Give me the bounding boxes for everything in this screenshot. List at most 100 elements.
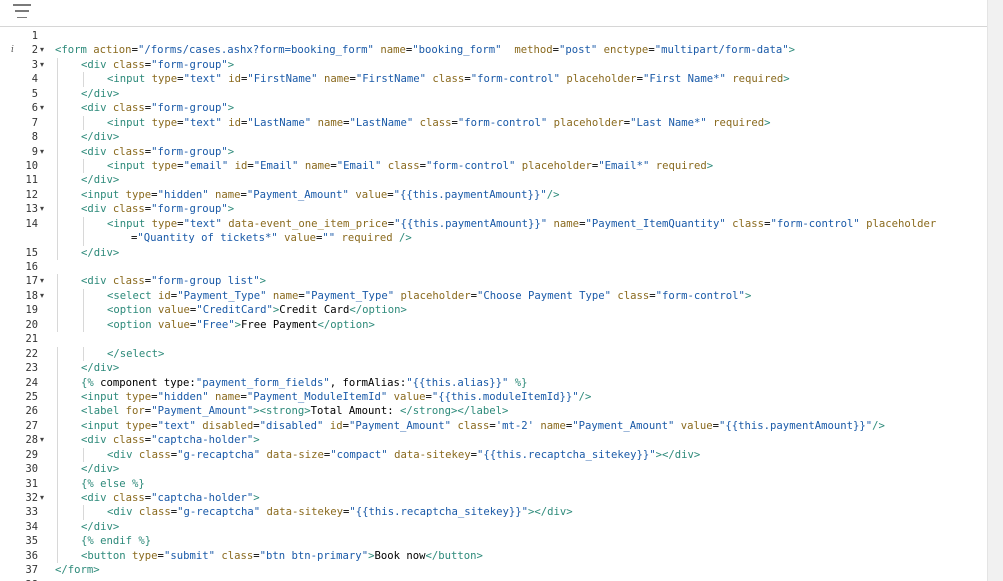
- code-token: placeholder: [553, 116, 624, 129]
- code-token: id: [234, 159, 248, 172]
- code-line[interactable]: 36 <button type="submit" class="btn btn-p…: [0, 548, 988, 564]
- code-line[interactable]: 34 </div>: [0, 519, 988, 535]
- code-line[interactable]: 20 <option value="Free">Free Payment</opt…: [0, 317, 988, 333]
- code-line[interactable]: 12 <input type="hidden" name="Payment_Amo…: [0, 187, 988, 203]
- code-line[interactable]: 30 </div>: [0, 462, 988, 477]
- code-token: "Payment_Type": [304, 289, 395, 302]
- code-token: "form-control": [457, 116, 548, 129]
- code-text: <select id="Payment_Type" name="Payment_…: [107, 289, 751, 303]
- code-line[interactable]: 15 </div>: [0, 245, 988, 260]
- code-line[interactable]: 29 <div class="g-recaptcha" data-size="co…: [0, 447, 988, 463]
- code-token: "form-control": [426, 159, 516, 172]
- code-text: <input type="text" disabled="disabled" i…: [81, 419, 885, 433]
- code-editor[interactable]: 1 2 i ▾ <form action="/forms/cases.ashx?form…: [0, 29, 988, 581]
- code-text: <form action="/forms/cases.ashx?form=boo…: [55, 43, 795, 57]
- code-line[interactable]: 10 <input type="email" id="Email" name="E…: [0, 158, 988, 174]
- code-token: "Free": [196, 318, 235, 331]
- fold-arrow-icon[interactable]: ▾: [40, 101, 50, 115]
- code-line[interactable]: 9 ▾ <div class="form-group">: [0, 144, 988, 159]
- code-line[interactable]: 28 ▾ <div class="captcha-holder">: [0, 433, 988, 448]
- code-token: value: [158, 304, 190, 317]
- code-token: </div>: [81, 87, 120, 100]
- code-line[interactable]: 14 <input type="text" data-event_one_item…: [0, 216, 988, 232]
- code-line[interactable]: 23 </div>: [0, 361, 988, 376]
- code-token: />: [872, 419, 885, 432]
- code-token: "Payment_ItemQuantity": [585, 217, 726, 230]
- code-token: %}: [508, 376, 528, 389]
- code-line[interactable]: 33 <div class="g-recaptcha" data-sitekey=…: [0, 505, 988, 520]
- code-line[interactable]: 2 i ▾ <form action="/forms/cases.ashx?form=…: [0, 43, 988, 57]
- code-token: <input: [107, 217, 152, 230]
- code-line[interactable]: 27 <input type="text" disabled="disabled"…: [0, 418, 988, 434]
- fold-arrow-icon[interactable]: ▾: [40, 58, 50, 72]
- fold-arrow-icon[interactable]: ▾: [40, 202, 50, 216]
- code-line-wrapped[interactable]: ="Quantity of tickets*" value="" require…: [0, 231, 988, 246]
- fold-arrow-icon[interactable]: ▾: [40, 145, 50, 159]
- code-token: "{{this.paymentAmount}}": [393, 188, 547, 201]
- code-token: class: [432, 73, 465, 86]
- code-token: placeholder: [400, 289, 471, 302]
- code-token: enctype: [603, 44, 649, 57]
- code-token: "Email*": [598, 159, 650, 172]
- fold-arrow-icon[interactable]: ▾: [40, 43, 50, 57]
- code-token: data-sitekey: [394, 448, 471, 461]
- code-token: <input: [107, 159, 152, 172]
- fold-arrow-icon[interactable]: ▾: [40, 274, 50, 288]
- fold-arrow-icon[interactable]: ▾: [40, 433, 50, 447]
- code-token: "text": [183, 217, 222, 230]
- code-token: </div>: [81, 174, 120, 187]
- line-number: 21: [25, 333, 38, 346]
- code-line[interactable]: 5 </div>: [0, 86, 988, 102]
- code-line[interactable]: 35 {% endif %}: [0, 534, 988, 549]
- code-line[interactable]: 37 </form>: [0, 563, 988, 577]
- code-line[interactable]: 17 ▾ <div class="form-group list">: [0, 274, 988, 289]
- code-token: </div>: [81, 362, 120, 375]
- code-line[interactable]: 11 </div>: [0, 173, 988, 188]
- code-line[interactable]: 6 ▾ <div class="form-group">: [0, 101, 988, 116]
- code-token: "captcha-holder": [151, 434, 254, 447]
- code-line[interactable]: 7 <input type="text" id="LastName" name="…: [0, 115, 988, 131]
- code-line[interactable]: 19 <option value="CreditCard">Credit Card…: [0, 303, 988, 318]
- code-token: "g-recaptcha": [177, 506, 261, 519]
- indent-guide: [57, 404, 58, 419]
- code-token: "email": [183, 159, 229, 172]
- code-lines: 1 2 i ▾ <form action="/forms/cases.ashx?form…: [0, 29, 988, 581]
- code-line[interactable]: 18 ▾ <select id="Payment_Type" name="Payme…: [0, 288, 988, 304]
- code-line[interactable]: 3 ▾ <div class="form-group">: [0, 57, 988, 73]
- code-line[interactable]: 24 {% component type:"payment_form_fields…: [0, 375, 988, 390]
- code-line[interactable]: 13 ▾ <div class="form-group">: [0, 202, 988, 217]
- code-line[interactable]: 21: [0, 332, 988, 346]
- code-text: <input type="hidden" name="Payment_Amoun…: [81, 188, 559, 202]
- code-line[interactable]: 22 </select>: [0, 346, 988, 362]
- code-token: type: [151, 159, 178, 172]
- code-token: >: [259, 275, 266, 288]
- code-text: <div class="g-recaptcha" data-sitekey="{…: [107, 505, 573, 519]
- code-token: "disabled": [259, 419, 324, 432]
- indent-guide: [57, 346, 58, 362]
- code-token: data-sitekey: [266, 506, 344, 519]
- code-token: "Last Name*": [630, 116, 707, 129]
- hamburger-menu-icon[interactable]: [13, 3, 35, 19]
- code-token: />: [578, 390, 592, 403]
- code-line[interactable]: 16: [0, 260, 988, 274]
- code-token: class: [112, 145, 145, 158]
- code-token: </select>: [107, 347, 165, 360]
- code-line[interactable]: 1: [0, 29, 988, 43]
- code-text: <div class="captcha-holder">: [81, 433, 260, 447]
- fold-arrow-icon[interactable]: ▾: [40, 491, 50, 505]
- code-line[interactable]: 4 <input type="text" id="FirstName" name=…: [0, 72, 988, 87]
- code-line[interactable]: 25 <input type="hidden" name="Payment_Mod…: [0, 389, 988, 405]
- vertical-scrollbar[interactable]: [987, 0, 1003, 581]
- code-token: required: [732, 73, 784, 86]
- code-line[interactable]: 38: [0, 578, 988, 581]
- info-marker-icon[interactable]: i: [11, 43, 14, 57]
- code-line[interactable]: 8 </div>: [0, 130, 988, 145]
- code-line[interactable]: 32 ▾ <div class="captcha-holder">: [0, 491, 988, 506]
- code-line[interactable]: 31 {% else %}: [0, 476, 988, 491]
- indent-guide: [57, 187, 58, 203]
- code-line[interactable]: 26 <label for="Payment_Amount"><strong>To…: [0, 404, 988, 419]
- fold-arrow-icon[interactable]: ▾: [40, 289, 50, 303]
- code-token: "": [322, 232, 336, 245]
- code-token: "{{this.recaptcha_sitekey}}": [349, 506, 529, 519]
